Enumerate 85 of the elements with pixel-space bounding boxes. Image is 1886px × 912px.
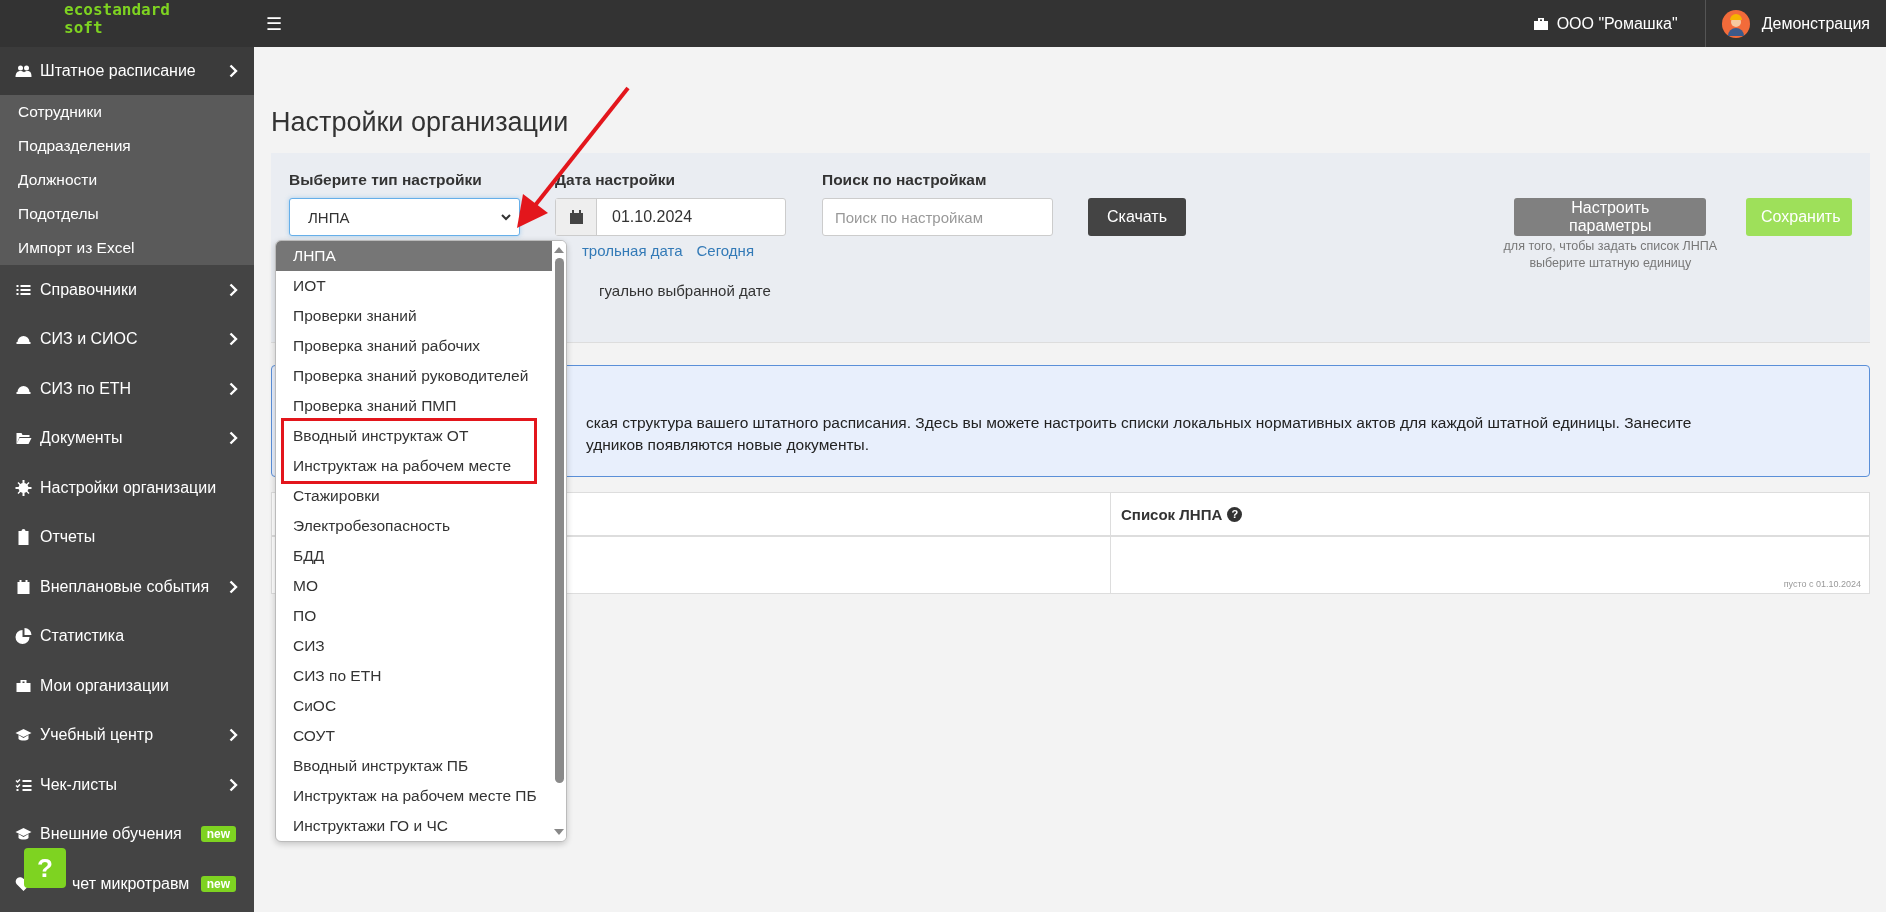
info-text: ская структура вашего штатного расписания. Здесь вы можете настроить списки локальных нормативных актов для каждой штатной единицы. Занесите — [586, 413, 1693, 432]
dropdown-option[interactable]: Инструктажи ГО и ЧС — [276, 811, 552, 841]
dropdown-option[interactable]: СИЗ по ЕТН — [276, 661, 552, 691]
dropdown-option[interactable]: Вводный инструктаж ПБ — [276, 751, 552, 781]
folder-icon — [15, 430, 32, 447]
organization-name[interactable]: ООО "Ромашка" — [1556, 14, 1678, 33]
chevron-icon — [229, 64, 238, 78]
field-label: Выберите тип настройки — [289, 170, 483, 190]
caret-icon — [501, 213, 511, 221]
dropdown-option[interactable]: ПО — [276, 601, 552, 631]
sidebar-item[interactable]: Внеплановые события — [0, 573, 254, 600]
user-name[interactable]: Демонстрация — [1761, 14, 1870, 33]
sidebar-item[interactable]: Штатное расписание — [0, 47, 254, 95]
download-button[interactable]: Скачать — [1088, 198, 1186, 236]
chevron-icon — [229, 381, 238, 396]
avatar-icon — [1721, 9, 1750, 38]
dropdown-option[interactable]: ИОТ — [276, 271, 552, 301]
setting-type-select[interactable]: ЛНПА — [289, 198, 520, 236]
dropdown-option[interactable]: Электробезопасность — [276, 511, 552, 541]
date-link[interactable]: Сегодня — [696, 242, 755, 259]
date-field[interactable]: 01.10.2024 — [555, 198, 786, 236]
submenu-item[interactable]: Должности — [0, 163, 254, 197]
sidebar-item[interactable]: СИЗ по ЕТН — [0, 375, 254, 402]
scrollbar[interactable] — [552, 241, 566, 841]
dropdown-option[interactable]: Инструктаж на рабочем месте — [284, 451, 534, 481]
help-icon: ? — [1227, 506, 1243, 522]
chevron-icon — [229, 282, 238, 297]
settings-icon — [15, 479, 32, 496]
graduation-cap-icon — [15, 826, 32, 843]
field-label: Поиск по настройкам — [822, 170, 988, 190]
sidebar-item[interactable]: Чек-листы — [0, 771, 254, 798]
scroll-down-icon[interactable] — [553, 828, 565, 837]
users-icon — [15, 63, 32, 79]
menu-button[interactable]: ☰ — [258, 12, 290, 35]
scroll-up-icon[interactable] — [553, 245, 565, 254]
sidebar-item[interactable]: СИЗ и СИОС — [0, 326, 254, 353]
hint-text: для того, чтобы задать список ЛНПА выберите штатную единицу — [1503, 238, 1717, 272]
dropdown-option[interactable]: Стажировки — [276, 481, 552, 511]
sidebar-item[interactable]: Документы — [0, 425, 254, 452]
checklist-icon — [15, 776, 32, 793]
new-badge: new — [200, 826, 236, 843]
info-text: удников появляются новые документы. — [586, 435, 871, 454]
dropdown-option[interactable]: СИЗ — [276, 631, 552, 661]
empty-note: пусто с 01.10.2024 — [1783, 579, 1861, 589]
sidebar-item[interactable]: Настройки организации — [0, 474, 254, 501]
calendar-icon — [569, 210, 583, 224]
calendar-icon — [15, 578, 32, 595]
sidebar-item[interactable]: Справочники — [0, 276, 254, 303]
chevron-icon — [229, 777, 238, 792]
dropdown-option[interactable]: Проверки знаний — [276, 301, 552, 331]
date-link[interactable]: трольная дата — [582, 242, 683, 259]
submenu-item[interactable]: Подотделы — [0, 197, 254, 231]
dropdown-option[interactable]: Проверка знаний рабочих — [276, 331, 552, 361]
page-title: Настройки организации — [271, 107, 570, 138]
dropdown-option[interactable]: Вводный инструктаж ОТ — [284, 421, 534, 451]
chevron-icon — [229, 728, 238, 743]
chevron-icon — [229, 579, 238, 594]
dropdown-option[interactable]: МО — [276, 571, 552, 601]
dropdown-option[interactable]: ЛНПА — [276, 241, 552, 271]
sidebar-item[interactable]: Статистика — [0, 623, 254, 650]
sidebar-item[interactable]: Мои организации — [0, 672, 254, 699]
pie-chart-icon — [15, 628, 32, 645]
sidebar-item[interactable]: Отчеты — [0, 524, 254, 551]
dropdown-option[interactable]: Инструктаж на рабочем месте ПБ — [276, 781, 552, 811]
dropdown-option[interactable]: СОУТ — [276, 721, 552, 751]
sidebar-item[interactable]: Учебный центр — [0, 722, 254, 749]
new-badge: new — [200, 875, 236, 892]
chevron-icon — [229, 431, 238, 446]
dropdown-option[interactable]: Проверка знаний руководителей — [276, 361, 552, 391]
submenu-item[interactable]: Подразделения — [0, 129, 254, 163]
submenu-item[interactable]: Сотрудники — [0, 95, 254, 129]
graduation-cap-icon — [15, 727, 32, 744]
sidebar-item[interactable]: Внешние обучения new — [0, 821, 254, 848]
field-label: Дата настройки — [555, 170, 677, 190]
dropdown-option[interactable]: СиОС — [276, 691, 552, 721]
briefcase-icon — [1532, 16, 1549, 31]
search-field[interactable]: Поиск по настройкам — [822, 198, 1053, 236]
submenu-item[interactable]: Импорт из Excel — [0, 231, 254, 265]
logo[interactable]: ecostandard soft — [0, 0, 254, 37]
dropdown-option[interactable]: Проверка знаний ПМП — [276, 391, 552, 421]
briefcase-icon — [15, 677, 32, 694]
checkbox-label: гуально выбранной дате — [599, 282, 771, 299]
chevron-icon — [229, 332, 238, 347]
dropdown-option[interactable]: БДД — [276, 541, 552, 571]
column-header: Список ЛНПА — [1121, 505, 1223, 523]
